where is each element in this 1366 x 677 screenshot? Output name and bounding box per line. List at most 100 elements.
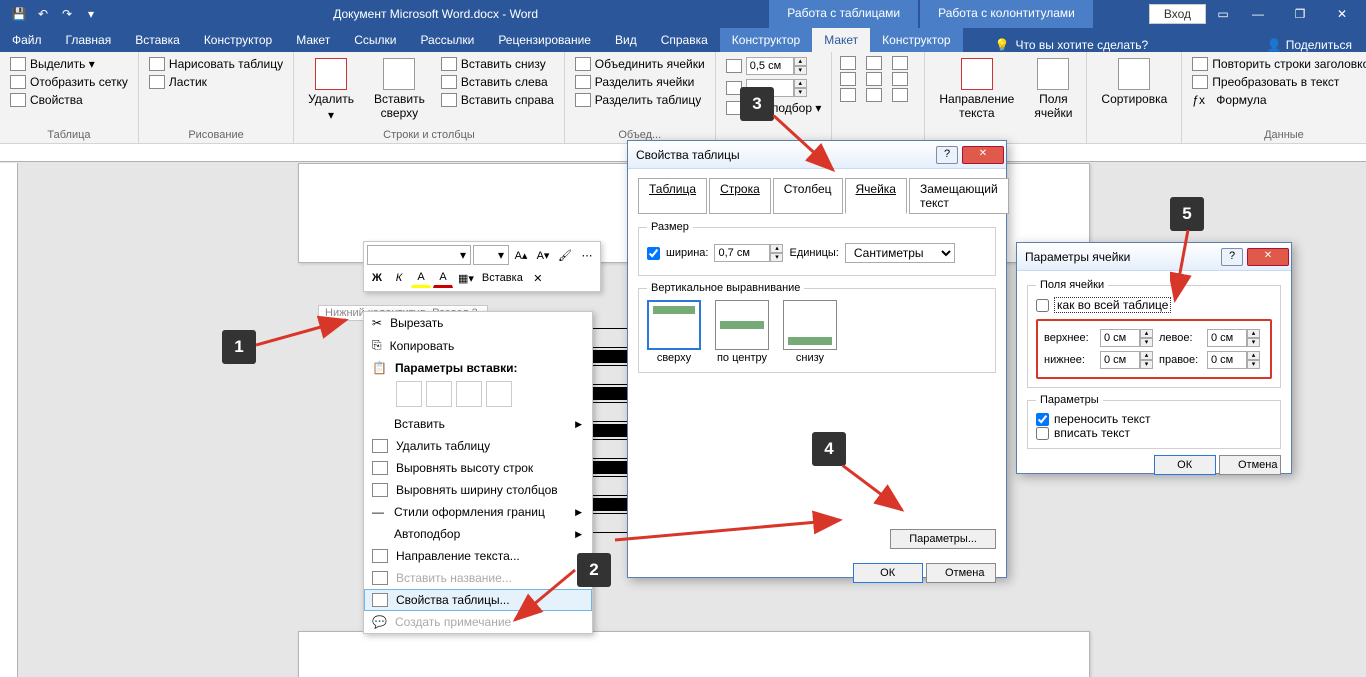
insert-left-button[interactable]: Вставить слева	[439, 74, 556, 90]
share-button[interactable]: 👤Поделиться	[1253, 38, 1366, 52]
align-mr-icon[interactable]	[892, 72, 908, 86]
align-bl-icon[interactable]	[840, 88, 856, 102]
align-mc-icon[interactable]	[866, 72, 882, 86]
text-direction-button[interactable]: Направление текста	[933, 56, 1020, 122]
tab-file[interactable]: Файл	[0, 28, 54, 52]
paste-opt-1-icon[interactable]	[396, 381, 422, 407]
mini-size-select[interactable]: ▾	[473, 245, 509, 265]
cell-margins-button[interactable]: Поля ячейки	[1028, 56, 1078, 122]
dlg1-cancel-button[interactable]: Отмена	[926, 563, 996, 583]
redo-icon[interactable]: ↷	[56, 3, 78, 25]
tab-hf-design[interactable]: Конструктор	[870, 28, 962, 52]
dlg1-width-spinner[interactable]: ▴▾	[714, 244, 783, 262]
split-cells-button[interactable]: Разделить ячейки	[573, 74, 707, 90]
tab-table-design[interactable]: Конструктор	[720, 28, 812, 52]
align-br-icon[interactable]	[892, 88, 908, 102]
dlg2-top-input[interactable]	[1100, 329, 1140, 347]
align-tr-icon[interactable]	[892, 56, 908, 70]
row-height-input[interactable]	[746, 57, 794, 75]
tab-layout[interactable]: Макет	[284, 28, 342, 52]
dlg1-tab-table[interactable]: Таблица	[638, 178, 707, 214]
italic-button[interactable]: К	[389, 268, 409, 288]
select-button[interactable]: Выделить ▾	[8, 56, 130, 72]
restore-icon[interactable]: ❐	[1282, 0, 1318, 28]
dlg2-ok-button[interactable]: ОК	[1154, 455, 1216, 475]
merge-cells-button[interactable]: Объединить ячейки	[573, 56, 707, 72]
dlg1-tab-row[interactable]: Строка	[709, 178, 771, 214]
show-grid-button[interactable]: Отобразить сетку	[8, 74, 130, 90]
tab-designer[interactable]: Конструктор	[192, 28, 284, 52]
paste-opt-3-icon[interactable]	[456, 381, 482, 407]
ribbon-display-icon[interactable]: ▭	[1212, 3, 1234, 25]
mini-delete-icon[interactable]: ✕	[528, 268, 548, 288]
convert-text-button[interactable]: Преобразовать в текст	[1190, 74, 1366, 90]
dlg1-tab-cell[interactable]: Ячейка	[845, 178, 907, 214]
dlg2-wrap-check[interactable]	[1036, 413, 1049, 426]
dlg1-tab-col[interactable]: Столбец	[773, 178, 843, 214]
mini-font-select[interactable]: ▾	[367, 245, 471, 265]
dlg2-help-icon[interactable]: ?	[1221, 248, 1243, 266]
table-props-button[interactable]: Свойства	[8, 92, 130, 108]
dlg2-as-table-check[interactable]	[1036, 299, 1049, 312]
delete-button[interactable]: Удалить▾	[302, 56, 360, 124]
grow-font-icon[interactable]: A▴	[511, 245, 531, 265]
dlg1-ok-button[interactable]: ОК	[853, 563, 923, 583]
formula-button[interactable]: ƒx Формула	[1190, 92, 1366, 108]
ctx-text-direction[interactable]: Направление текста...	[364, 545, 592, 567]
dlg2-bottom-input[interactable]	[1100, 351, 1140, 369]
dlg1-help-icon[interactable]: ?	[936, 146, 958, 164]
paste-opt-2-icon[interactable]	[426, 381, 452, 407]
insert-below-button[interactable]: Вставить снизу	[439, 56, 556, 72]
dlg2-cancel-button[interactable]: Отмена	[1219, 455, 1281, 475]
undo-icon[interactable]: ↶	[32, 3, 54, 25]
draw-table-button[interactable]: Нарисовать таблицу	[147, 56, 285, 72]
tab-help[interactable]: Справка	[649, 28, 720, 52]
close-icon[interactable]: ✕	[1324, 0, 1360, 28]
align-ml-icon[interactable]	[840, 72, 856, 86]
ctx-even-cols[interactable]: Выровнять ширину столбцов	[364, 479, 592, 501]
valign-center-button[interactable]	[715, 300, 769, 350]
eraser-button[interactable]: Ластик	[147, 74, 285, 90]
tab-mail[interactable]: Рассылки	[408, 28, 486, 52]
minimize-icon[interactable]: —	[1240, 0, 1276, 28]
dlg1-width-input[interactable]	[714, 244, 770, 262]
valign-top-button[interactable]	[647, 300, 701, 350]
tell-me[interactable]: 💡Что вы хотите сделать?	[963, 38, 1253, 52]
dlg1-close-icon[interactable]: ✕	[962, 146, 1004, 164]
ctx-insert[interactable]: Вставить▶	[364, 413, 592, 435]
qat-more-icon[interactable]: ▾	[80, 3, 102, 25]
align-tl-icon[interactable]	[840, 56, 856, 70]
dlg1-tab-alt[interactable]: Замещающий текст	[909, 178, 1009, 214]
paste-opt-4-icon[interactable]	[486, 381, 512, 407]
sort-button[interactable]: Сортировка	[1095, 56, 1173, 108]
tab-view[interactable]: Вид	[603, 28, 649, 52]
highlight-icon[interactable]: A	[411, 268, 431, 288]
valign-bottom-button[interactable]	[783, 300, 837, 350]
mini-insert-button[interactable]: Вставка	[479, 268, 526, 288]
ctx-cut[interactable]: ✂Вырезать	[364, 312, 592, 334]
insert-right-button[interactable]: Вставить справа	[439, 92, 556, 108]
ctx-border-styles[interactable]: ―Стили оформления границ▶	[364, 501, 592, 523]
repeat-header-button[interactable]: Повторить строки заголовков	[1190, 56, 1366, 72]
tab-insert[interactable]: Вставка	[123, 28, 192, 52]
dlg2-left-input[interactable]	[1207, 329, 1247, 347]
shrink-font-icon[interactable]: A▾	[533, 245, 553, 265]
tab-table-layout[interactable]: Макет	[812, 28, 870, 52]
ctx-copy[interactable]: ⎘Копировать	[364, 334, 592, 357]
font-color-icon[interactable]: A	[433, 268, 453, 288]
tab-review[interactable]: Рецензирование	[486, 28, 603, 52]
ctx-even-rows[interactable]: Выровнять высоту строк	[364, 457, 592, 479]
insert-above-button[interactable]: Вставить сверху	[368, 56, 431, 124]
dlg1-units-select[interactable]: Сантиметры	[845, 243, 955, 263]
dlg1-params-button[interactable]: Параметры...	[890, 529, 996, 549]
borders-icon[interactable]: ▦▾	[455, 268, 477, 288]
dlg2-right-input[interactable]	[1207, 351, 1247, 369]
vertical-ruler[interactable]	[0, 163, 18, 677]
format-painter-icon[interactable]: 🖌	[555, 245, 575, 265]
row-height-spinner[interactable]: ▴▾	[746, 57, 807, 75]
login-button[interactable]: Вход	[1149, 4, 1206, 24]
mini-more-icon[interactable]: ⋯	[577, 245, 597, 265]
dlg2-close-icon[interactable]: ✕	[1247, 248, 1289, 266]
split-table-button[interactable]: Разделить таблицу	[573, 92, 707, 108]
dlg1-width-check[interactable]	[647, 247, 660, 260]
